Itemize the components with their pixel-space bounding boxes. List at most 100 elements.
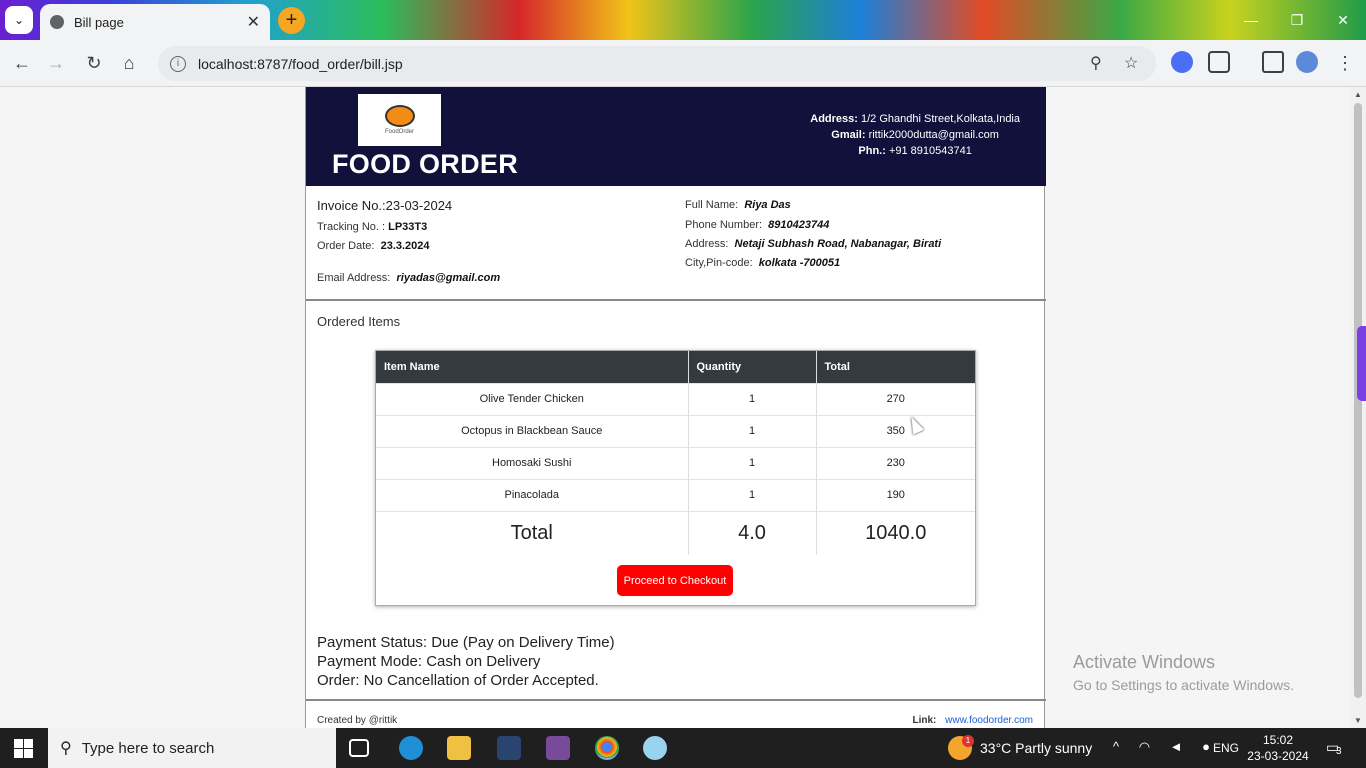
gmail-label: Gmail: bbox=[831, 129, 866, 141]
browser-toolbar: ← → ↻ ⌂ i localhost:8787/food_order/bill… bbox=[0, 40, 1366, 87]
extensions-puzzle-icon[interactable] bbox=[1208, 51, 1230, 73]
task-view-icon[interactable] bbox=[349, 739, 369, 757]
close-tab-icon[interactable]: ✕ bbox=[247, 12, 260, 32]
item-total: 270 bbox=[815, 382, 975, 415]
item-total: 230 bbox=[815, 446, 975, 479]
brand-title: FOOD ORDER bbox=[332, 149, 519, 179]
new-tab-button[interactable]: + bbox=[278, 7, 305, 34]
weather-text[interactable]: 33°C Partly sunny bbox=[980, 740, 1092, 756]
item-total: 350 bbox=[815, 414, 975, 447]
shop-address: 1/2 Ghandhi Street,Kolkata,India bbox=[861, 113, 1020, 125]
zoom-icon[interactable]: ⚲ bbox=[1090, 53, 1102, 73]
payment-mode: Payment Mode: Cash on Delivery bbox=[317, 653, 541, 670]
page-scrollbar[interactable]: ▲ ▼ bbox=[1350, 87, 1366, 728]
item-total: 190 bbox=[815, 478, 975, 511]
app-icon[interactable] bbox=[546, 736, 570, 760]
order-table-card: Item Name Quantity Total Olive Tender Ch… bbox=[375, 350, 976, 606]
bill-container: FoodOrder FOOD ORDER Address: 1/2 Ghandh… bbox=[305, 87, 1046, 728]
language-indicator[interactable]: ENG bbox=[1213, 741, 1239, 755]
proceed-to-checkout-button[interactable]: Proceed to Checkout bbox=[617, 565, 733, 596]
tab-search-button[interactable]: ⌄ bbox=[5, 6, 33, 34]
reload-button[interactable]: ↻ bbox=[83, 53, 105, 74]
invoice-details: Invoice No.:23-03-2024 Tracking No. : LP… bbox=[306, 186, 1046, 301]
total-label: Total bbox=[376, 510, 688, 555]
shop-phone: +91 8910543741 bbox=[888, 145, 972, 157]
profile-avatar[interactable] bbox=[1296, 51, 1318, 73]
table-row: Pinacolada 1 190 bbox=[376, 478, 975, 511]
item-quantity: 1 bbox=[687, 478, 816, 511]
edge-browser-icon[interactable] bbox=[399, 736, 423, 760]
forward-button[interactable]: → bbox=[45, 53, 67, 74]
windows-start-icon[interactable] bbox=[14, 739, 33, 758]
extension-icon[interactable] bbox=[1171, 51, 1193, 73]
col-item-name: Item Name bbox=[376, 351, 688, 383]
logo-text: FoodOrder bbox=[384, 129, 414, 135]
globe-icon bbox=[50, 15, 64, 29]
item-name: Olive Tender Chicken bbox=[376, 382, 688, 415]
search-icon: ⚲ bbox=[60, 740, 72, 757]
restore-button[interactable]: ❐ bbox=[1274, 0, 1320, 40]
item-quantity: 1 bbox=[687, 382, 816, 415]
logo-emblem bbox=[384, 105, 415, 127]
site-link[interactable]: www.foodorder.com bbox=[945, 715, 1033, 726]
clock[interactable]: 15:02 23-03-2024 bbox=[1247, 732, 1309, 764]
side-panel-icon[interactable] bbox=[1262, 51, 1284, 73]
item-quantity: 1 bbox=[687, 446, 816, 479]
side-panel-tab[interactable] bbox=[1357, 326, 1366, 401]
item-name: Octopus in Blackbean Sauce bbox=[376, 414, 688, 447]
system-tray-icons[interactable]: ^ ◠ ◄ ● bbox=[1113, 739, 1218, 755]
site-info-icon[interactable]: i bbox=[170, 55, 186, 72]
ordered-items-title: Ordered Items bbox=[317, 314, 401, 329]
page-viewport: FoodOrder FOOD ORDER Address: 1/2 Ghandh… bbox=[0, 87, 1350, 728]
browser-tab[interactable]: Bill page ✕ bbox=[40, 4, 270, 40]
item-quantity: 1 bbox=[687, 414, 816, 447]
tab-title: Bill page bbox=[74, 14, 124, 30]
total-quantity: 4.0 bbox=[687, 510, 816, 555]
search-placeholder: Type here to search bbox=[81, 739, 215, 757]
col-total: Total bbox=[815, 351, 975, 383]
scroll-up-arrow-icon[interactable]: ▲ bbox=[1354, 90, 1362, 99]
window-controls: — ❐ ✕ bbox=[1228, 0, 1366, 40]
table-row: Octopus in Blackbean Sauce 1 350 bbox=[376, 414, 975, 447]
item-name: Homosaki Sushi bbox=[376, 446, 688, 479]
browser-tab-strip: ⌄ Bill page ✕ + — ❐ ✕ bbox=[0, 0, 1366, 40]
invoice-number: Invoice No.:23-03-2024 bbox=[317, 198, 453, 213]
table-header-row: Item Name Quantity Total bbox=[376, 351, 975, 383]
customer-city: City,Pin-code: kolkata -700051 bbox=[685, 257, 841, 269]
back-button[interactable]: ← bbox=[11, 53, 33, 74]
file-explorer-icon[interactable] bbox=[447, 736, 471, 760]
bookmark-star-icon[interactable]: ☆ bbox=[1124, 53, 1138, 73]
food-order-logo: FoodOrder bbox=[358, 94, 441, 146]
item-name: Pinacolada bbox=[376, 478, 688, 511]
phone-label: Phn.: bbox=[858, 145, 886, 157]
clock-date: 23-03-2024 bbox=[1247, 749, 1309, 763]
payment-info: Payment Status: Due (Pay on Delivery Tim… bbox=[317, 633, 615, 690]
footer-link-block: Link: www.foodorder.com bbox=[913, 715, 1034, 726]
url-text[interactable]: localhost:8787/food_order/bill.jsp bbox=[198, 56, 403, 72]
contact-info: Address: 1/2 Ghandhi Street,Kolkata,Indi… bbox=[810, 111, 1020, 159]
home-button[interactable]: ⌂ bbox=[118, 53, 140, 74]
eclipse-ide-icon[interactable] bbox=[497, 736, 521, 760]
email-address: Email Address: riyadas@gmail.com bbox=[317, 272, 501, 284]
bill-header: FoodOrder FOOD ORDER Address: 1/2 Ghandh… bbox=[306, 87, 1046, 186]
total-row: Total 4.0 1040.0 bbox=[376, 510, 975, 555]
address-label: Address: bbox=[810, 113, 858, 125]
address-bar[interactable]: i localhost:8787/food_order/bill.jsp ⚲ ☆ bbox=[158, 46, 1156, 81]
chrome-icon[interactable] bbox=[595, 736, 619, 760]
footer-divider bbox=[306, 699, 1046, 701]
close-window-button[interactable]: ✕ bbox=[1320, 0, 1366, 40]
link-label: Link: bbox=[912, 715, 937, 726]
scroll-down-arrow-icon[interactable]: ▼ bbox=[1354, 716, 1362, 725]
customer-address: Address: Netaji Subhash Road, Nabanagar,… bbox=[685, 238, 942, 250]
notification-count: 3 bbox=[1336, 746, 1342, 757]
menu-kebab-icon[interactable]: ⋮ bbox=[1334, 53, 1356, 74]
weather-badge: 1 bbox=[962, 735, 974, 747]
taskbar-search[interactable]: ⚲ Type here to search bbox=[48, 728, 336, 768]
paint-icon[interactable] bbox=[643, 736, 667, 760]
table-row: Homosaki Sushi 1 230 bbox=[376, 446, 975, 479]
tracking-number: Tracking No. : LP33T3 bbox=[317, 221, 428, 233]
payment-status: Payment Status: Due (Pay on Delivery Tim… bbox=[317, 634, 615, 651]
order-date: Order Date: 23.3.2024 bbox=[317, 240, 430, 252]
total-amount: 1040.0 bbox=[815, 510, 975, 555]
minimize-button[interactable]: — bbox=[1228, 0, 1274, 40]
